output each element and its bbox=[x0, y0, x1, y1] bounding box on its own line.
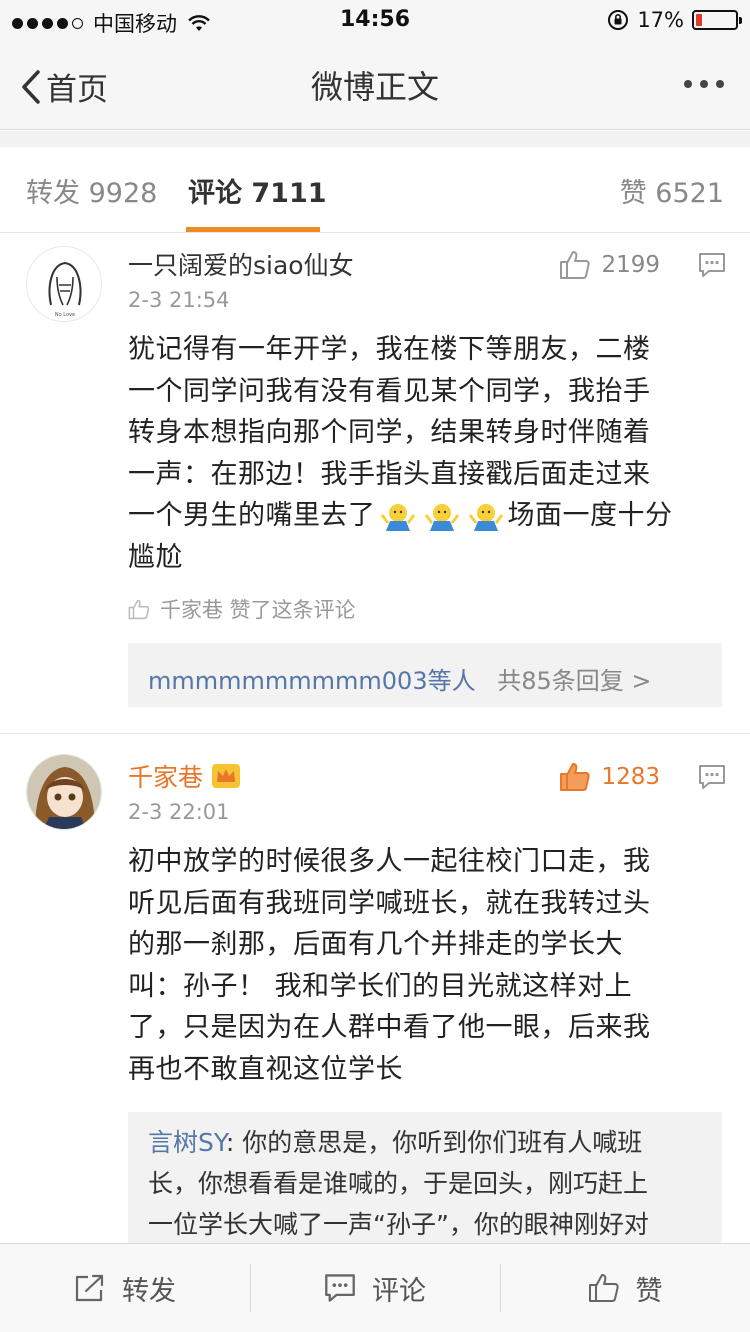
reply-users[interactable]: mmmmmmmmmm003等人 bbox=[148, 667, 476, 695]
crown-badge-icon bbox=[212, 764, 241, 788]
battery-icon bbox=[692, 10, 742, 30]
thumbs-up-small-icon bbox=[128, 599, 150, 619]
sub-reply-box[interactable]: 言树SY: 你的意思是，你听到你们班有人喊班 长，你想看看是谁喊的，于是回头，刚… bbox=[128, 1112, 722, 1252]
like-button[interactable]: 赞 bbox=[500, 1244, 750, 1332]
reply-comment-icon[interactable] bbox=[698, 764, 726, 790]
comment-label: 评论 bbox=[372, 1275, 426, 1307]
comment-icon bbox=[325, 1274, 355, 1302]
comment-time: 2-3 22:01 bbox=[128, 800, 230, 824]
section-spacer bbox=[0, 131, 750, 147]
thumbs-up-filled-icon bbox=[560, 763, 591, 791]
active-tab-indicator bbox=[186, 227, 320, 232]
comment-button[interactable]: 评论 bbox=[250, 1244, 500, 1332]
comment-body: 初中放学的时候很多人一起往校门口走，我 听见后面有我班同学喊班长，就在我转过头 … bbox=[128, 846, 651, 1085]
tab-reposts[interactable]: 转发 9928 bbox=[26, 171, 157, 210]
replies-summary[interactable]: mmmmmmmmmm003等人 共85条回复 > bbox=[128, 643, 722, 707]
shrug-emoji-icon bbox=[380, 503, 415, 531]
battery-level bbox=[696, 14, 702, 26]
comment-time: 2-3 21:54 bbox=[128, 288, 230, 312]
repost-icon bbox=[75, 1274, 104, 1302]
comment-username[interactable]: 千家巷 bbox=[128, 758, 203, 794]
sub-reply: 言树SY: 你的意思是，你听到你们班有人喊班 长，你想看看是谁喊的，于是回头，刚… bbox=[148, 1128, 649, 1239]
status-right: 17% bbox=[607, 8, 742, 32]
avatar[interactable] bbox=[26, 754, 102, 830]
comment-like-count: 2199 bbox=[601, 252, 660, 278]
comment-like-count: 1283 bbox=[601, 764, 660, 790]
sub-reply-username[interactable]: 言树SY bbox=[148, 1128, 226, 1157]
avatar[interactable]: No Love bbox=[26, 246, 102, 322]
shrug-emoji-icon bbox=[468, 503, 503, 531]
tab-likes[interactable]: 赞 6521 bbox=[620, 171, 724, 210]
repost-label: 转发 bbox=[122, 1275, 176, 1307]
comment-like-button[interactable]: 2199 bbox=[559, 250, 660, 280]
reply-count[interactable]: 共85条回复 > bbox=[497, 667, 651, 695]
repost-button[interactable]: 转发 bbox=[0, 1244, 250, 1332]
view-replies-link[interactable]: mmmmmmmmmm003等人 共85条回复 > bbox=[128, 643, 722, 714]
liked-by-notice: 千家巷 赞了这条评论 bbox=[128, 594, 356, 624]
status-bar: 中国移动 14:56 17% bbox=[0, 0, 750, 40]
thumbs-up-icon bbox=[588, 1274, 619, 1302]
navigation-bar: 首页 微博正文 bbox=[0, 40, 750, 130]
comment-like-button[interactable]: 1283 bbox=[559, 762, 660, 792]
comment-divider bbox=[0, 733, 750, 734]
more-dots-icon[interactable] bbox=[684, 80, 724, 88]
orientation-lock-icon bbox=[608, 10, 629, 30]
thumbs-up-icon bbox=[560, 251, 591, 279]
comment-username-row[interactable]: 千家巷 bbox=[128, 758, 241, 794]
svg-text:No Love: No Love bbox=[55, 312, 75, 318]
reply-comment-icon[interactable] bbox=[698, 252, 726, 278]
comment-body: 犹记得有一年开学，我在楼下等朋友，二楼 一个同学问我有没有看见某个同学，我抬手 … bbox=[128, 334, 673, 573]
battery-percent: 17% bbox=[637, 8, 684, 32]
avatar-sketch-image: No Love bbox=[27, 247, 101, 321]
tab-bar: 转发 9928 评论 7111 赞 6521 bbox=[0, 147, 750, 233]
avatar-anime-image bbox=[27, 755, 101, 829]
bottom-toolbar: 转发 评论 赞 bbox=[0, 1243, 750, 1332]
like-label: 赞 bbox=[635, 1275, 663, 1307]
shrug-emoji-icon bbox=[424, 503, 459, 531]
comment-username[interactable]: 一只阔爱的siao仙女 bbox=[128, 246, 354, 282]
page-title: 微博正文 bbox=[310, 68, 439, 106]
